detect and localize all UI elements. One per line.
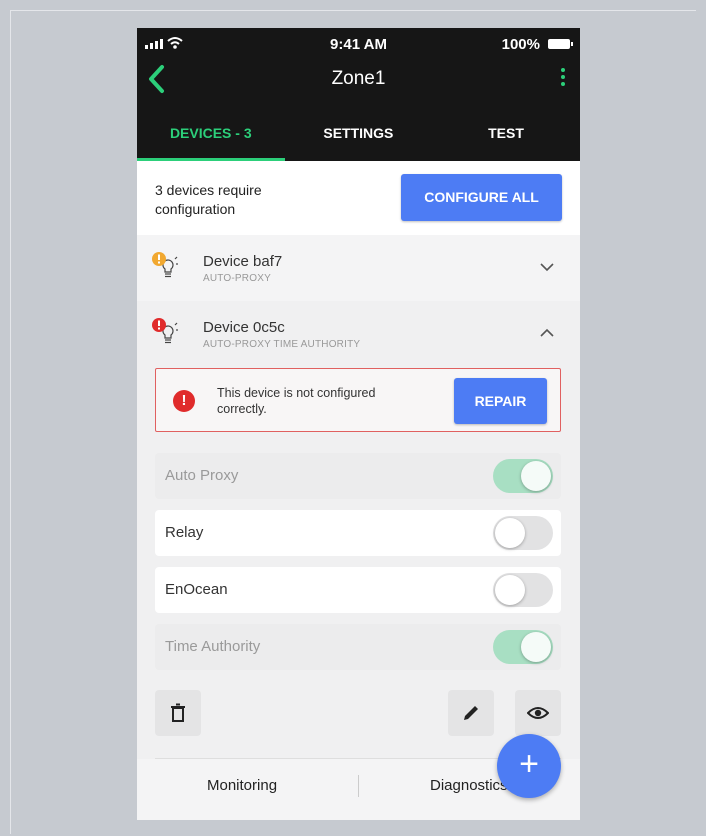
setting-row-enocean: EnOcean	[155, 567, 561, 613]
eye-icon	[527, 707, 549, 719]
tab-test[interactable]: TEST	[432, 122, 580, 161]
add-device-button[interactable]: +	[497, 734, 561, 798]
device-name: Device baf7	[203, 253, 283, 270]
diagnostics-tab[interactable]: Diagnostics	[430, 777, 508, 794]
battery-percent: 100%	[501, 36, 540, 53]
delete-button[interactable]	[155, 690, 201, 736]
edit-button[interactable]	[448, 690, 494, 736]
banner-message: 3 devices require configuration	[155, 182, 262, 217]
relay-toggle[interactable]	[493, 516, 553, 550]
device-row[interactable]: Device 0c5c AUTO-PROXY TIME AUTHORITY	[137, 301, 580, 367]
tab-bar: DEVICES - 3 SETTINGS TEST	[137, 122, 580, 161]
setting-row-relay: Relay	[155, 510, 561, 556]
device-name: Device 0c5c	[203, 319, 285, 336]
tab-settings[interactable]: SETTINGS	[285, 122, 433, 161]
repair-button[interactable]: REPAIR	[454, 378, 547, 424]
device-row[interactable]: Device baf7 AUTO-PROXY	[137, 235, 580, 302]
setting-row-time-authority: Time Authority	[155, 624, 561, 670]
auto-proxy-toggle[interactable]	[493, 459, 553, 493]
trash-icon	[171, 703, 185, 722]
device-subtitle: AUTO-PROXY TIME AUTHORITY	[203, 339, 361, 350]
configure-all-button[interactable]: CONFIGURE ALL	[401, 174, 562, 221]
time-authority-toggle[interactable]	[493, 630, 553, 664]
bulb-error-icon	[152, 318, 178, 344]
status-bar: 9:41 AM 100%	[137, 36, 580, 58]
app-header: 9:41 AM 100% Zone1 DEVICES - 3 SETTINGS …	[137, 28, 580, 161]
error-icon: !	[173, 390, 195, 412]
page-title: Zone1	[331, 68, 386, 89]
chevron-down-icon[interactable]	[540, 262, 554, 272]
alert-message: This device is not configured correctly.	[217, 386, 376, 416]
tab-devices[interactable]: DEVICES - 3	[137, 122, 285, 161]
setting-label: Relay	[165, 524, 204, 541]
setting-label: Time Authority	[165, 638, 261, 655]
battery-icon	[548, 39, 573, 49]
nav-divider	[358, 775, 359, 797]
bulb-warning-icon	[152, 252, 178, 278]
chevron-up-icon[interactable]	[540, 328, 554, 338]
setting-label: Auto Proxy	[165, 467, 239, 484]
setting-label: EnOcean	[165, 581, 228, 598]
setting-row-auto-proxy: Auto Proxy	[155, 453, 561, 499]
monitoring-tab[interactable]: Monitoring	[207, 777, 277, 794]
plus-icon: +	[519, 745, 539, 783]
device-subtitle: AUTO-PROXY	[203, 273, 271, 284]
enocean-toggle[interactable]	[493, 573, 553, 607]
phone-screen: 9:41 AM 100% Zone1 DEVICES - 3 SETTINGS …	[137, 28, 580, 820]
pencil-icon	[464, 706, 478, 720]
more-options-icon[interactable]	[560, 68, 566, 86]
view-button[interactable]	[515, 690, 561, 736]
